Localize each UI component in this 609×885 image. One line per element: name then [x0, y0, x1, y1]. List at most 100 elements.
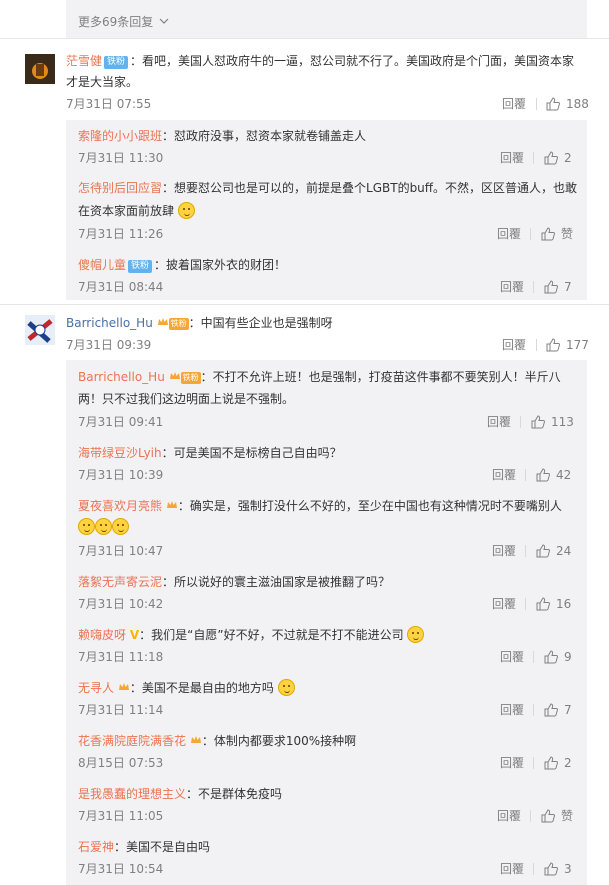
avatar[interactable] — [25, 54, 55, 84]
crown-icon — [190, 736, 201, 743]
username-link[interactable]: 茫雪健 — [66, 54, 102, 68]
like-count: 2 — [564, 756, 572, 770]
thumb-up-icon — [546, 338, 560, 352]
like-button[interactable]: 7 — [544, 279, 572, 295]
crown-icon — [118, 683, 129, 690]
username-link[interactable]: Barrichello_Hu — [66, 316, 153, 330]
like-button[interactable]: 113 — [531, 414, 574, 430]
reply-time: 7月31日 11:30 — [78, 151, 164, 165]
emoji-icon — [177, 202, 195, 219]
laughing-emoji-icon — [95, 518, 112, 535]
reply-emojis — [78, 518, 129, 536]
like-button[interactable]: 3 — [544, 861, 572, 877]
like-button[interactable]: 188 — [546, 96, 589, 112]
username-link[interactable]: 是我愚蠢的理想主义 — [78, 787, 186, 801]
divider — [530, 810, 531, 822]
more-replies-label: 更多69条回复 — [78, 14, 154, 29]
username-link[interactable]: 无寻人 — [78, 681, 114, 695]
reply-body: 傻帽儿童 铁粉 ：披着国家外衣的财团！ — [78, 256, 286, 274]
divider — [533, 651, 534, 663]
comment-text: ：中国有些企业也是强制呀 — [188, 316, 333, 330]
fan-badge: 铁粉 — [180, 372, 201, 384]
reply-body: 是我愚蠢的理想主义：不是群体免疫吗 — [78, 785, 282, 803]
like-button[interactable]: 9 — [544, 649, 572, 665]
reply-button[interactable]: 回覆 — [492, 596, 516, 612]
comment-text-cont: 才是大当家。 — [66, 75, 139, 89]
like-count: 赞 — [561, 809, 574, 823]
reply-time: 8月15日 07:53 — [78, 756, 164, 770]
like-button[interactable]: 赞 — [541, 226, 573, 242]
fan-badge: 铁粉 — [128, 260, 153, 273]
thumb-up-icon — [544, 151, 558, 165]
reply-text: ：不是群体免疫吗 — [186, 787, 283, 801]
like-count: 7 — [564, 280, 572, 294]
reply-button[interactable]: 回覆 — [487, 414, 511, 430]
reply-button[interactable]: 回覆 — [497, 226, 521, 242]
reply-button[interactable]: 回覆 — [500, 755, 524, 771]
username-link[interactable]: 索隆的小小跟班 — [78, 129, 162, 143]
like-count: 9 — [564, 650, 572, 664]
comment-body: Barrichello_Hu 铁粉 ：中国有些企业也是强制呀 — [66, 314, 333, 332]
like-count: 2 — [564, 151, 572, 165]
emoji-icon — [407, 626, 425, 643]
reply-button[interactable]: 回覆 — [500, 150, 524, 166]
like-count: 42 — [556, 468, 572, 482]
reply-button[interactable]: 回覆 — [502, 96, 526, 112]
username-link[interactable]: 石爱神 — [78, 840, 114, 854]
username-link[interactable]: 赖嗨皮呀 — [78, 628, 126, 642]
username-link[interactable]: 海带绿豆沙Lyih — [78, 446, 162, 460]
username-link[interactable]: 夏夜喜欢月亮熊 — [78, 499, 162, 513]
like-button[interactable]: 16 — [536, 596, 571, 612]
crown-icon — [169, 372, 180, 379]
verified-v-icon: V — [129, 628, 140, 642]
comment-text: ：看吧，美国人怼政府牛的一逼，怼公司就不行了。美国政府是个门面，美国资本家 — [130, 54, 575, 68]
like-button[interactable]: 赞 — [541, 808, 573, 824]
reply-button[interactable]: 回覆 — [492, 467, 516, 483]
reply-button[interactable]: 回覆 — [500, 279, 524, 295]
avatar[interactable] — [25, 315, 55, 345]
like-button[interactable]: 177 — [546, 337, 589, 353]
username-link[interactable]: 落絮无声寄云泥 — [78, 575, 162, 589]
reply-button[interactable]: 回覆 — [492, 543, 516, 559]
reply-time: 7月31日 10:47 — [78, 544, 164, 558]
reply-body: 赖嗨皮呀 V：我们是“自愿”好不好，不过就是不打不能进公司 — [78, 626, 425, 644]
chevron-down-icon — [159, 18, 169, 24]
reply-text: ：不打不允许上班！也是强制，打疫苗这件事都不要笑别人！半斤八 — [200, 370, 561, 384]
username-link[interactable]: 怎待别后回应習 — [78, 181, 162, 195]
divider — [533, 152, 534, 164]
like-count: 24 — [556, 544, 572, 558]
laughing-emoji-icon — [78, 518, 95, 535]
reply-text: ：可是美国不是标榜自己自由吗？ — [161, 446, 342, 460]
more-replies-link[interactable]: 更多69条回复 — [78, 12, 169, 30]
divider — [533, 863, 534, 875]
like-button[interactable]: 2 — [544, 755, 572, 771]
like-count: 7 — [564, 703, 572, 717]
reply-text: ：所以说好的寰主滋油国家是被推翻了吗？ — [162, 575, 391, 589]
reply-button[interactable]: 回覆 — [500, 861, 524, 877]
reply-button[interactable]: 回覆 — [500, 702, 524, 718]
like-count: 177 — [566, 338, 589, 352]
reply-body: 怎待别后回应習：想要怼公司也是可以的，前提是叠个LGBT的buff。不然，区区普… — [78, 179, 577, 197]
divider — [536, 98, 537, 110]
reply-time: 7月31日 11:26 — [78, 227, 164, 241]
like-button[interactable]: 7 — [544, 702, 572, 718]
reply-button[interactable]: 回覆 — [497, 808, 521, 824]
like-button[interactable]: 2 — [544, 150, 572, 166]
thumb-up-icon — [541, 227, 555, 241]
reply-button[interactable]: 回覆 — [502, 337, 526, 353]
comment-body: 茫雪健 铁粉 ：看吧，美国人怼政府牛的一逼，怼公司就不行了。美国政府是个门面，美国资… — [66, 52, 574, 70]
thumb-up-icon — [546, 97, 560, 111]
username-link[interactable]: 傻帽儿童 — [78, 258, 126, 272]
like-button[interactable]: 24 — [536, 543, 571, 559]
reply-body: 索隆的小小跟班：怼政府没事，怼资本家就卷铺盖走人 — [78, 127, 366, 145]
reply-text: ：披着国家外衣的财团！ — [154, 258, 287, 272]
divider — [0, 38, 609, 39]
username-link[interactable]: Barrichello_Hu — [78, 370, 165, 384]
fan-badge: 铁粉 — [104, 56, 129, 69]
reply-button[interactable]: 回覆 — [500, 649, 524, 665]
comment-time: 7月31日 07:55 — [66, 97, 152, 111]
thumb-up-icon — [544, 650, 558, 664]
thumb-up-icon — [544, 703, 558, 717]
username-link[interactable]: 花香满院庭院满香花 — [78, 734, 186, 748]
like-button[interactable]: 42 — [536, 467, 571, 483]
